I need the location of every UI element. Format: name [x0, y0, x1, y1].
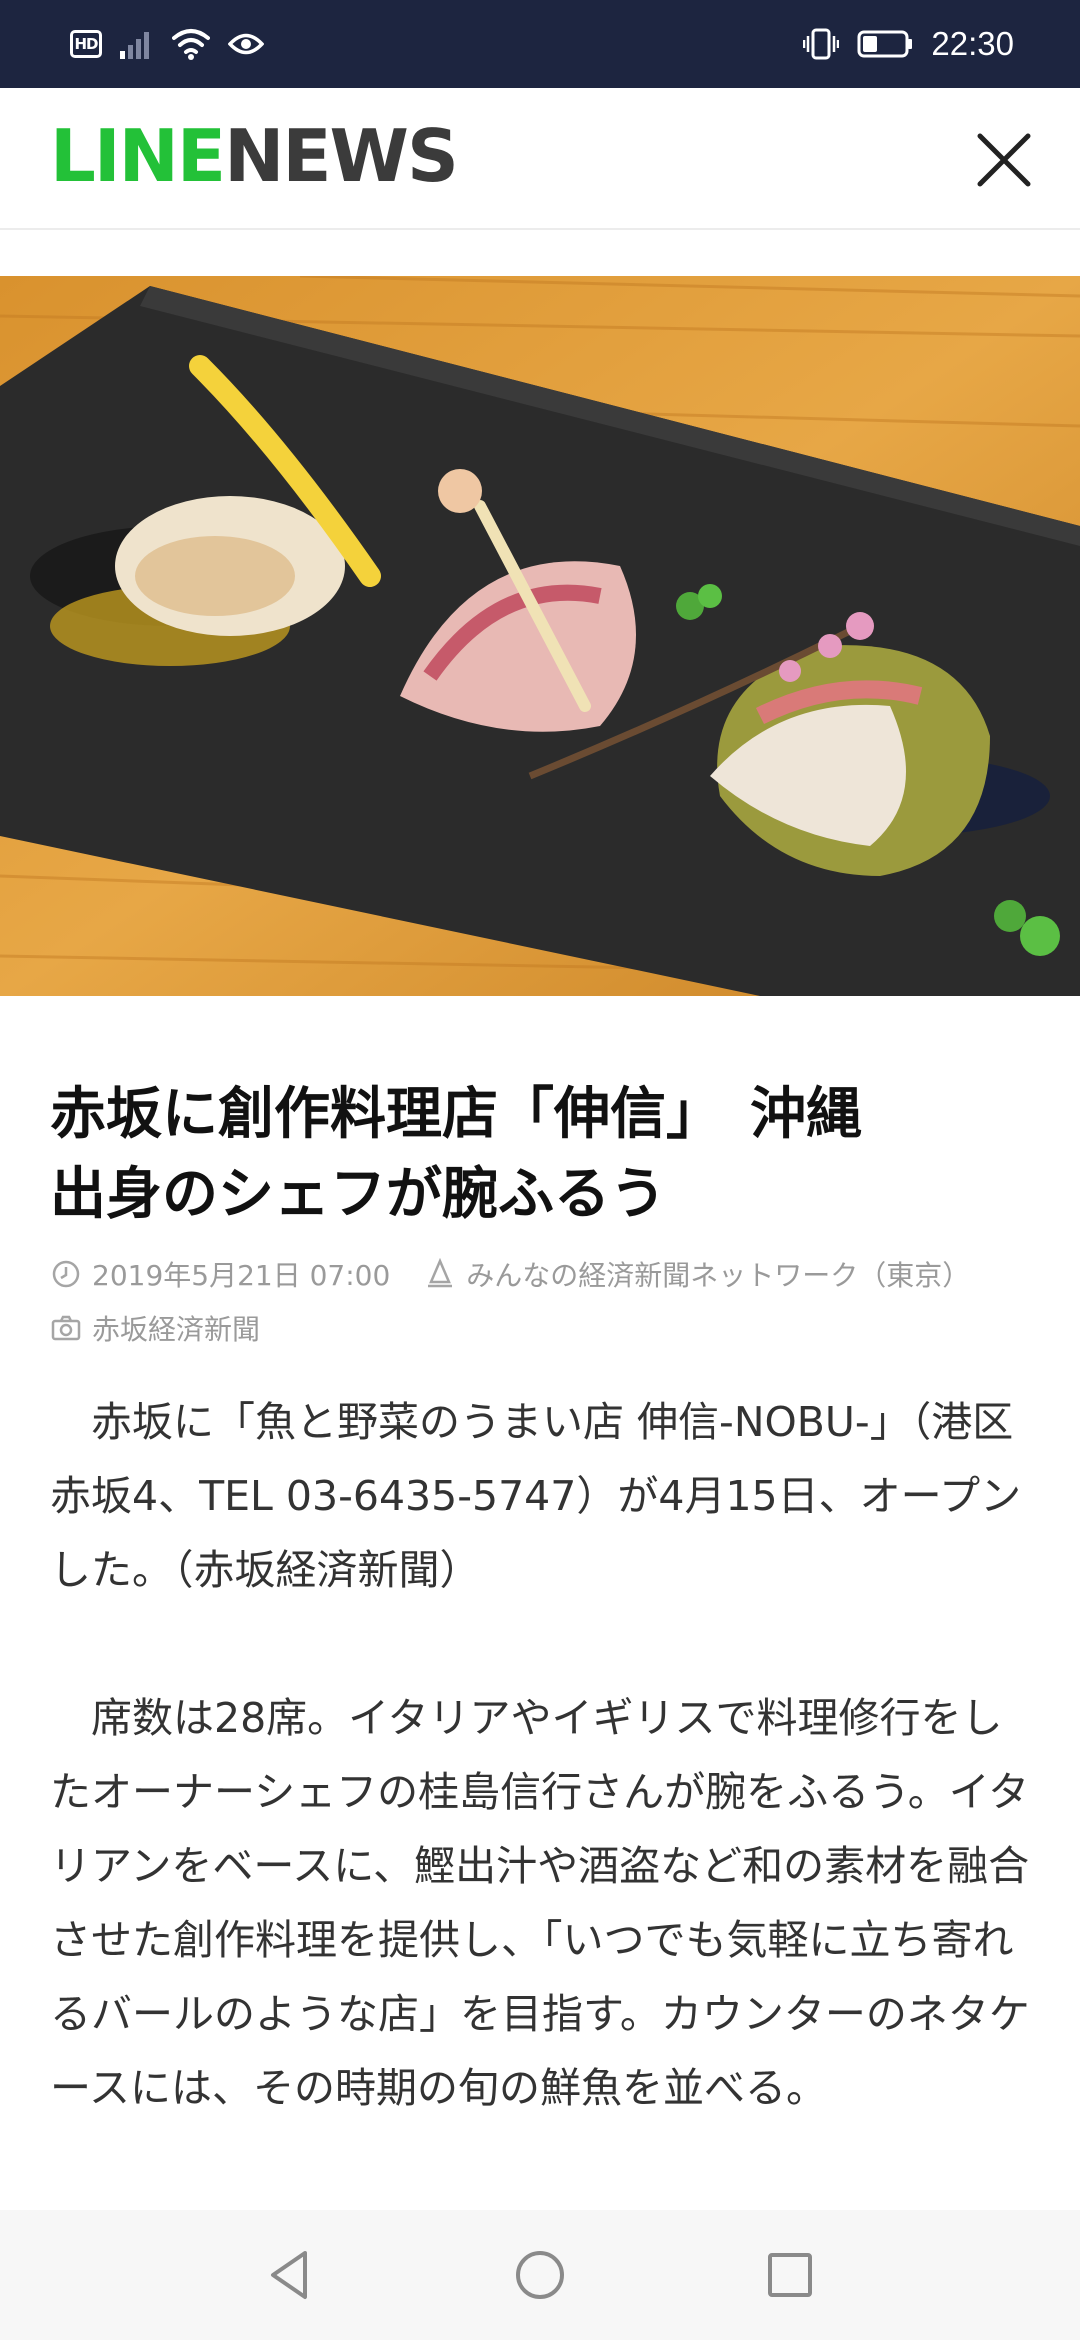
- recents-icon: [768, 2253, 812, 2297]
- article-body: 赤坂に「魚と野菜のうまい店 伸信-NOBU-」（港区赤坂4、TEL 03-643…: [50, 1385, 1030, 2125]
- battery-icon: [857, 30, 913, 58]
- vibrate-icon: [803, 28, 840, 60]
- article: 赤坂に創作料理店「伸信」 沖縄 出身のシェフが腕ふるう 2019年5月21日 0…: [50, 1075, 1030, 2125]
- meta-row-source: 赤坂経済新聞: [50, 1301, 1030, 1355]
- article-source[interactable]: 赤坂経済新聞: [92, 1308, 260, 1348]
- app-header: LINENEWS: [0, 88, 1080, 230]
- hero-illustration: [0, 276, 1080, 996]
- status-time: 22:30: [931, 25, 1014, 62]
- wifi-icon: [172, 29, 210, 60]
- line-news-logo: LINENEWS: [50, 120, 459, 192]
- home-icon: [516, 2251, 564, 2299]
- meta-row-date: 2019年5月21日 07:00 みんなの経済新聞ネットワーク（東京）: [50, 1247, 1030, 1301]
- article-publisher[interactable]: みんなの経済新聞ネットワーク（東京）: [466, 1254, 970, 1294]
- nav-recents-button[interactable]: [760, 2245, 820, 2305]
- status-left: HD: [70, 26, 264, 62]
- close-button[interactable]: [972, 128, 1036, 192]
- nav-back-button[interactable]: [260, 2245, 320, 2305]
- brand-line: LINE: [50, 114, 226, 198]
- nav-home-button[interactable]: [510, 2245, 570, 2305]
- status-right: 22:30: [803, 22, 1014, 66]
- signal-icon: [120, 32, 149, 59]
- system-nav-bar: [0, 2210, 1080, 2340]
- hd-badge: HD: [70, 30, 102, 58]
- status-bar: HD 22:30: [0, 0, 1080, 88]
- article-date: 2019年5月21日 07:00: [92, 1259, 391, 1292]
- article-paragraph: 席数は28席。イタリアやイギリスで料理修行をしたオーナーシェフの桂島信行さんが腕…: [50, 1694, 1030, 2112]
- brand-news: NEWS: [224, 114, 459, 198]
- close-icon: [977, 133, 1031, 187]
- publisher-icon: [428, 1258, 453, 1288]
- article-hero-image[interactable]: [0, 276, 1080, 996]
- eye-icon: [228, 33, 264, 55]
- article-paragraph: 赤坂に「魚と野菜のうまい店 伸信-NOBU-」（港区赤坂4、TEL 03-643…: [50, 1398, 1022, 1594]
- clock-icon: [52, 1260, 80, 1288]
- camera-icon: [51, 1315, 81, 1341]
- back-icon: [271, 2251, 307, 2299]
- article-headline: 赤坂に創作料理店「伸信」 沖縄 出身のシェフが腕ふるう: [50, 1082, 862, 1227]
